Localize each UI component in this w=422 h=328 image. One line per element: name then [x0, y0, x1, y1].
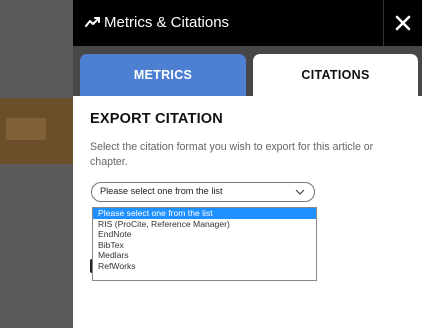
trending-icon: [85, 17, 100, 27]
tab-citations[interactable]: CITATIONS: [253, 54, 418, 96]
select-value: Please select one from the list: [100, 186, 223, 196]
page-backdrop[interactable]: [0, 0, 73, 328]
option-bibtex[interactable]: BibTex: [93, 240, 316, 251]
option-endnote[interactable]: EndNote: [93, 229, 316, 240]
citations-content: EXPORT CITATION Select the citation form…: [73, 96, 422, 328]
option-ris[interactable]: RIS (ProCite, Reference Manager): [93, 219, 316, 230]
close-button[interactable]: [383, 0, 422, 46]
citation-format-options[interactable]: Please select one from the list RIS (Pro…: [92, 207, 317, 281]
metrics-citations-panel: Metrics & Citations METRICS CITATIONS EX…: [73, 0, 422, 328]
tab-metrics[interactable]: METRICS: [80, 54, 246, 96]
option-medlars[interactable]: Medlars: [93, 250, 316, 261]
option-placeholder[interactable]: Please select one from the list: [93, 208, 316, 219]
background-image-detail: [6, 118, 46, 140]
panel-title: Metrics & Citations: [104, 14, 230, 31]
close-icon: [395, 15, 411, 31]
panel-header: Metrics & Citations: [73, 0, 422, 46]
section-heading: EXPORT CITATION: [90, 111, 223, 127]
chevron-down-icon: [295, 189, 305, 195]
option-refworks[interactable]: RefWorks: [93, 261, 316, 272]
section-description: Select the citation format you wish to e…: [90, 141, 374, 168]
citation-format-select[interactable]: Please select one from the list: [91, 182, 315, 202]
tab-bar: METRICS CITATIONS: [73, 46, 422, 96]
